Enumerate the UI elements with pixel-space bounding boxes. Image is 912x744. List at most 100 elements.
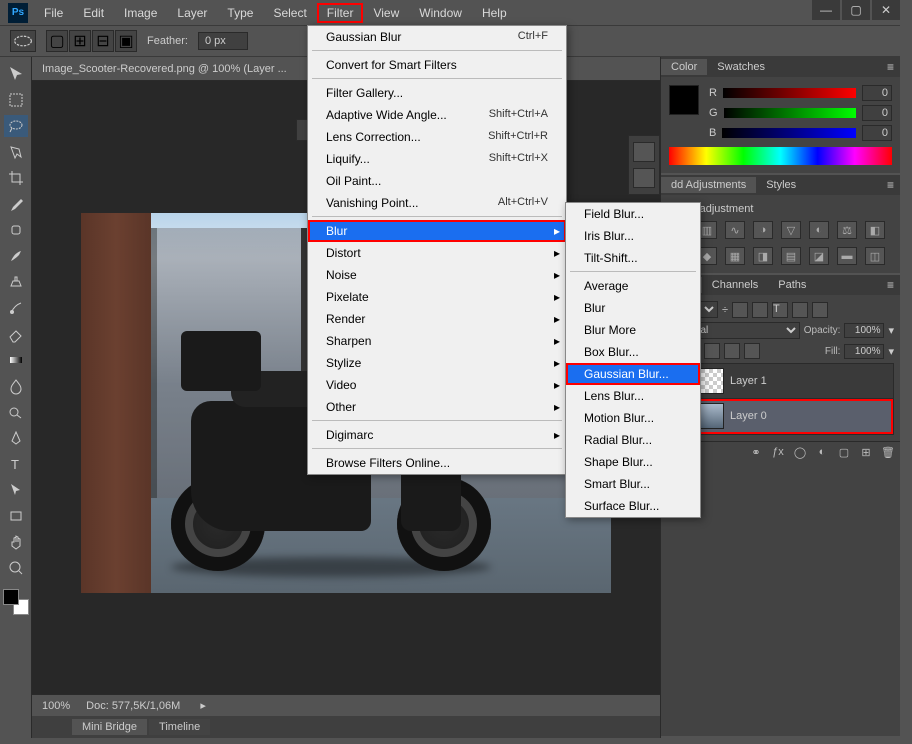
link-layers-icon[interactable]: ⚭: [748, 446, 764, 460]
fill-dropdown-icon[interactable]: ▾: [888, 345, 894, 358]
selection-add[interactable]: ⊞: [69, 30, 91, 52]
shape-tool[interactable]: [4, 505, 28, 527]
lasso-tool[interactable]: [4, 115, 28, 137]
clone-stamp-tool[interactable]: [4, 271, 28, 293]
type-tool[interactable]: T: [4, 453, 28, 475]
blur-tool[interactable]: [4, 375, 28, 397]
blur-blur[interactable]: Blur: [566, 297, 700, 319]
menu-file[interactable]: File: [34, 3, 73, 23]
selection-new[interactable]: ▢: [46, 30, 68, 52]
filter-oil-paint[interactable]: Oil Paint...: [308, 170, 566, 192]
layer-fx-icon[interactable]: ƒx: [770, 446, 786, 460]
blur-surface[interactable]: Surface Blur...: [566, 495, 700, 517]
eraser-tool[interactable]: [4, 323, 28, 345]
status-menu-arrow[interactable]: ▸: [200, 699, 206, 712]
filter-stylize[interactable]: Stylize▸: [308, 352, 566, 374]
menu-layer[interactable]: Layer: [167, 3, 217, 23]
r-value[interactable]: 0: [862, 85, 892, 101]
delete-layer-icon[interactable]: 🗑: [880, 446, 896, 460]
menu-select[interactable]: Select: [263, 3, 316, 23]
filter-gallery[interactable]: Filter Gallery...: [308, 82, 566, 104]
filter-lens-correction[interactable]: Lens Correction...Shift+Ctrl+R: [308, 126, 566, 148]
layer-item[interactable]: 👁 Layer 1: [668, 364, 893, 399]
filter-digimarc[interactable]: Digimarc▸: [308, 424, 566, 446]
tab-swatches[interactable]: Swatches: [707, 59, 775, 75]
tab-channels[interactable]: Channels: [702, 277, 768, 293]
filter-last-used[interactable]: Gaussian BlurCtrl+F: [308, 26, 566, 48]
move-tool[interactable]: [4, 63, 28, 85]
tab-mini-bridge[interactable]: Mini Bridge: [72, 719, 147, 735]
filter-pixel-icon[interactable]: [732, 302, 748, 318]
minimize-button[interactable]: —: [812, 0, 840, 20]
marquee-tool[interactable]: [4, 89, 28, 111]
adj-colorbalance-icon[interactable]: ⚖: [837, 221, 857, 239]
adj-exposure-icon[interactable]: ◑: [753, 221, 773, 239]
color-preview-swatch[interactable]: [669, 85, 699, 115]
foreground-background-colors[interactable]: [3, 589, 29, 615]
pen-tool[interactable]: [4, 427, 28, 449]
layer-name[interactable]: Layer 0: [730, 410, 767, 422]
adj-colorlookup-icon[interactable]: ▦: [725, 247, 745, 265]
adj-selectivecolor-icon[interactable]: ◫: [865, 247, 885, 265]
eyedropper-tool[interactable]: [4, 193, 28, 215]
blur-box[interactable]: Box Blur...: [566, 341, 700, 363]
adj-vibrance-icon[interactable]: ▽: [781, 221, 801, 239]
blur-radial[interactable]: Radial Blur...: [566, 429, 700, 451]
blur-iris[interactable]: Iris Blur...: [566, 225, 700, 247]
quick-select-tool[interactable]: [4, 141, 28, 163]
foreground-color-swatch[interactable]: [3, 589, 19, 605]
layers-panel-menu-icon[interactable]: ≡: [881, 278, 900, 292]
menu-edit[interactable]: Edit: [73, 3, 114, 23]
blur-field[interactable]: Field Blur...: [566, 203, 700, 225]
adj-invert-icon[interactable]: ◨: [753, 247, 773, 265]
dodge-tool[interactable]: [4, 401, 28, 423]
adj-gradientmap-icon[interactable]: ▬: [837, 247, 857, 265]
lock-all-icon[interactable]: [744, 343, 760, 359]
tab-adjustments[interactable]: dd Adjustments: [661, 177, 756, 193]
spectrum-ramp[interactable]: [669, 147, 892, 165]
hand-tool[interactable]: [4, 531, 28, 553]
history-brush-tool[interactable]: [4, 297, 28, 319]
menu-window[interactable]: Window: [409, 3, 472, 23]
filter-liquify[interactable]: Liquify...Shift+Ctrl+X: [308, 148, 566, 170]
collapsed-history-icon[interactable]: [633, 142, 655, 162]
menu-image[interactable]: Image: [114, 3, 167, 23]
color-panel-menu-icon[interactable]: ≡: [881, 60, 900, 74]
crop-tool[interactable]: [4, 167, 28, 189]
filter-render[interactable]: Render▸: [308, 308, 566, 330]
zoom-level[interactable]: 100%: [42, 700, 70, 712]
filter-video[interactable]: Video▸: [308, 374, 566, 396]
adj-curves-icon[interactable]: ∿: [725, 221, 745, 239]
new-layer-icon[interactable]: ⊞: [858, 446, 874, 460]
path-select-tool[interactable]: [4, 479, 28, 501]
blur-lens[interactable]: Lens Blur...: [566, 385, 700, 407]
blur-more[interactable]: Blur More: [566, 319, 700, 341]
menu-type[interactable]: Type: [217, 3, 263, 23]
opacity-dropdown-icon[interactable]: ▾: [888, 324, 894, 337]
filter-blur[interactable]: Blur▸: [308, 220, 566, 242]
adj-hue-icon[interactable]: ◐: [809, 221, 829, 239]
add-mask-icon[interactable]: ◯: [792, 446, 808, 460]
tab-timeline[interactable]: Timeline: [149, 719, 210, 735]
b-slider[interactable]: [722, 128, 856, 138]
menu-filter[interactable]: Filter: [317, 3, 364, 23]
maximize-button[interactable]: ▢: [842, 0, 870, 20]
tab-styles[interactable]: Styles: [756, 177, 806, 193]
blur-motion[interactable]: Motion Blur...: [566, 407, 700, 429]
lock-pixels-icon[interactable]: [704, 343, 720, 359]
tool-preset-picker[interactable]: [10, 30, 36, 52]
blur-smart[interactable]: Smart Blur...: [566, 473, 700, 495]
filter-noise[interactable]: Noise▸: [308, 264, 566, 286]
filter-distort[interactable]: Distort▸: [308, 242, 566, 264]
feather-field[interactable]: 0 px: [198, 32, 248, 50]
filter-shape-icon[interactable]: [792, 302, 808, 318]
brush-tool[interactable]: [4, 245, 28, 267]
filter-pixelate[interactable]: Pixelate▸: [308, 286, 566, 308]
layer-item[interactable]: 👁 Layer 0: [668, 399, 893, 434]
adj-bw-icon[interactable]: ◧: [865, 221, 885, 239]
filter-type-icon[interactable]: T: [772, 302, 788, 318]
collapsed-properties-icon[interactable]: [633, 168, 655, 188]
adj-threshold-icon[interactable]: ◪: [809, 247, 829, 265]
blur-tiltshift[interactable]: Tilt-Shift...: [566, 247, 700, 269]
r-slider[interactable]: [723, 88, 856, 98]
